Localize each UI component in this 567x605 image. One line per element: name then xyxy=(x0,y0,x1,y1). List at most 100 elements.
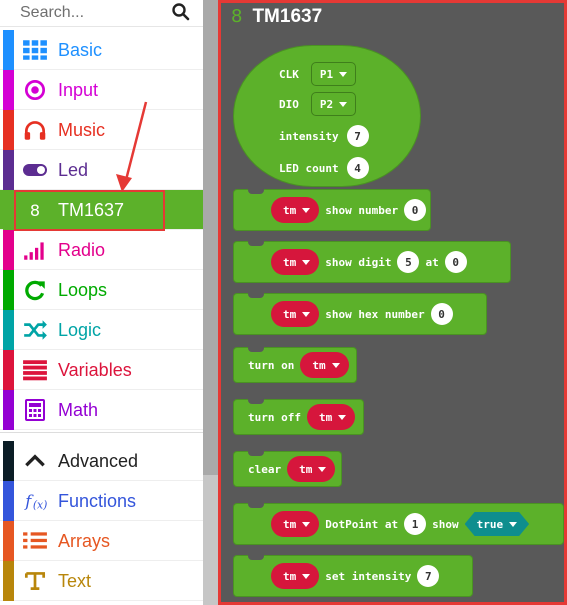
clear-block[interactable]: clear tm xyxy=(233,451,342,487)
clk-pin-dropdown[interactable]: P1 xyxy=(310,62,357,86)
tm-variable-label: tm xyxy=(283,255,297,269)
category-stripe xyxy=(3,230,14,270)
category-label: Logic xyxy=(58,320,102,340)
digit-eight-icon: 8 xyxy=(231,6,243,27)
chevron-up-icon xyxy=(25,454,45,467)
category-stripe xyxy=(3,390,14,430)
flyout-title: 8 TM1637 xyxy=(231,6,322,28)
category-label: Advanced xyxy=(58,451,139,471)
led-count-label: LED count xyxy=(279,161,339,175)
intensity-label: intensity xyxy=(279,129,339,143)
grid-icon xyxy=(23,40,47,60)
block-text: turn on xyxy=(248,358,295,372)
category-label: Basic xyxy=(58,40,103,60)
dotpoint-position-input[interactable]: 1 xyxy=(404,513,427,535)
category-basic[interactable]: Basic xyxy=(0,30,203,70)
intensity-input[interactable]: 7 xyxy=(417,565,440,587)
number-input[interactable]: 0 xyxy=(404,199,427,221)
dotpoint-block[interactable]: tm DotPoint at 1 show true xyxy=(233,503,564,545)
boolean-dropdown[interactable]: true xyxy=(465,512,530,536)
text-icon xyxy=(24,572,46,590)
category-stripe xyxy=(3,70,14,110)
tm-variable-label: tm xyxy=(283,307,297,321)
svg-text:(x): (x) xyxy=(33,499,48,512)
caret-down-icon xyxy=(338,414,347,420)
block-notch xyxy=(248,189,264,194)
block-text: show digit xyxy=(325,255,392,269)
tm-variable-dropdown[interactable]: tm xyxy=(306,404,356,430)
intensity-input[interactable]: 7 xyxy=(346,125,369,147)
position-input[interactable]: 0 xyxy=(444,251,467,273)
tm-variable-dropdown[interactable]: tm xyxy=(271,301,320,327)
search-icon[interactable] xyxy=(171,2,191,22)
category-advanced[interactable]: Advanced xyxy=(0,441,203,481)
set-intensity-block[interactable]: tm set intensity 7 xyxy=(233,555,473,597)
tm-variable-dropdown[interactable]: tm xyxy=(271,197,320,223)
search-bar[interactable]: Search... xyxy=(0,0,203,27)
category-logic[interactable]: Logic xyxy=(0,310,203,350)
block-text: DotPoint at xyxy=(325,517,399,531)
block-text: show number xyxy=(325,203,399,217)
tm1637-create-block[interactable]: CLK P1 DIO P2 intensity 7 LED count 4 xyxy=(233,45,421,187)
category-label: Radio xyxy=(58,240,106,260)
hex-number-input[interactable]: 0 xyxy=(430,303,453,325)
category-functions[interactable]: f (x) Functions xyxy=(0,481,203,521)
tm-variable-label: tm xyxy=(283,517,297,531)
tm-variable-dropdown[interactable]: tm xyxy=(271,249,320,275)
category-label: Math xyxy=(58,400,99,420)
tm-variable-dropdown[interactable]: tm xyxy=(287,456,336,482)
block-text: clear xyxy=(248,462,282,476)
tm-variable-dropdown[interactable]: tm xyxy=(271,511,320,537)
tm-variable-label: tm xyxy=(312,358,326,372)
category-stripe xyxy=(3,110,14,150)
numbered-list-icon xyxy=(23,532,47,549)
show-digit-block[interactable]: tm show digit 5 at 0 xyxy=(233,241,511,283)
block-flyout: 8 TM1637 CLK P1 DIO P2 intensity 7 LED c… xyxy=(218,0,567,605)
caret-down-icon xyxy=(302,207,311,213)
category-stripe xyxy=(3,521,14,561)
turn-on-block[interactable]: turn on tm xyxy=(233,347,357,383)
clk-label: CLK xyxy=(279,67,299,81)
dio-pin-value: P2 xyxy=(319,97,334,111)
search-input[interactable]: Search... xyxy=(20,4,84,22)
block-notch xyxy=(248,451,264,456)
target-icon xyxy=(24,79,46,101)
tm-variable-label: tm xyxy=(299,462,313,476)
block-notch xyxy=(248,503,264,508)
toggle-icon xyxy=(23,164,47,176)
block-notch xyxy=(248,241,264,246)
led-count-input[interactable]: 4 xyxy=(346,157,369,179)
digit-input[interactable]: 5 xyxy=(397,251,420,273)
tm-variable-dropdown[interactable]: tm xyxy=(271,563,320,589)
category-math[interactable]: Math xyxy=(0,390,203,430)
block-text: show hex number xyxy=(325,307,425,321)
tm-variable-label: tm xyxy=(283,203,297,217)
category-separator xyxy=(0,432,203,440)
at-label: at xyxy=(425,255,439,269)
dio-label: DIO xyxy=(279,97,299,111)
boolean-value: true xyxy=(476,517,504,531)
caret-down-icon xyxy=(318,466,327,472)
dio-pin-dropdown[interactable]: P2 xyxy=(310,92,357,116)
block-notch xyxy=(248,293,264,298)
calculator-icon xyxy=(25,399,45,421)
headphones-icon xyxy=(24,121,46,140)
show-label: show xyxy=(432,517,459,531)
show-hex-number-block[interactable]: tm show hex number 0 xyxy=(233,293,487,335)
turn-off-block[interactable]: turn off tm xyxy=(233,399,364,435)
caret-down-icon xyxy=(302,311,311,317)
category-label: Loops xyxy=(58,280,108,300)
category-label: Music xyxy=(58,120,106,140)
toolbox-scrollbar-thumb[interactable] xyxy=(203,0,218,475)
toolbox-sidebar: Search... Basic Input Music Led 8 TM1637… xyxy=(0,0,203,605)
category-arrays[interactable]: Arrays xyxy=(0,521,203,561)
caret-down-icon xyxy=(339,101,348,107)
category-variables[interactable]: Variables xyxy=(0,350,203,390)
category-text[interactable]: Text xyxy=(0,561,203,601)
tm-variable-dropdown[interactable]: tm xyxy=(300,352,349,378)
category-stripe xyxy=(3,561,14,601)
show-number-block[interactable]: tm show number 0 xyxy=(233,189,431,231)
category-label: Functions xyxy=(58,491,137,511)
category-radio[interactable]: Radio xyxy=(0,230,203,270)
category-loops[interactable]: Loops xyxy=(0,270,203,310)
